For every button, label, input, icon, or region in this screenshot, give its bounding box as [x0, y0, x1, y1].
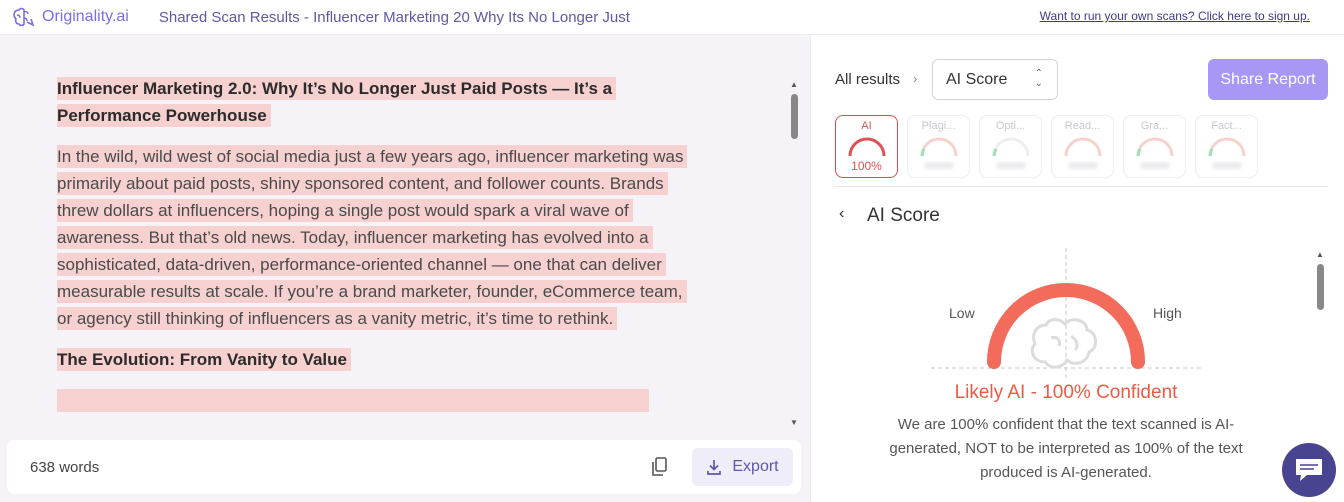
results-pane: All results › AI Score ⌃ ⌄ Share Report A…	[810, 35, 1344, 502]
tab-label: Opti...	[995, 120, 1026, 132]
gauge-low-label: Low	[949, 305, 975, 321]
chevron-right-icon: ›	[913, 71, 918, 86]
select-arrows-icon: ⌃ ⌄	[1034, 68, 1043, 89]
tab-optimization[interactable]: Opti...	[979, 115, 1042, 178]
word-count: 638 words	[30, 458, 100, 476]
result-type-select[interactable]: AI Score ⌃ ⌄	[932, 59, 1058, 100]
signup-link[interactable]: Want to run your own scans? Click here t…	[1040, 9, 1310, 23]
tab-label: Gra...	[1140, 120, 1169, 132]
blurred-score	[1140, 162, 1170, 169]
scrollbar-thumb[interactable]	[1317, 264, 1324, 310]
section-title: AI Score	[867, 205, 940, 226]
download-icon	[707, 460, 722, 475]
export-label: Export	[732, 458, 779, 475]
top-bar: Originality.ai Shared Scan Results - Inf…	[0, 0, 1344, 35]
scrollbar-thumb[interactable]	[791, 94, 798, 139]
logo-text: Originality.ai	[42, 8, 129, 25]
document-paragraph-cut: Beyond vanity: influencer marketing now …	[57, 387, 697, 414]
document-subheading: The Evolution: From Vanity to Value	[57, 346, 697, 373]
divider	[835, 186, 1328, 187]
tab-fact-check[interactable]: Fact...	[1195, 115, 1258, 178]
tab-label: AI	[861, 120, 872, 132]
blurred-score	[996, 162, 1026, 169]
tab-score: 100%	[851, 159, 882, 173]
chat-button[interactable]	[1282, 443, 1336, 497]
highlighted-heading-text: Influencer Marketing 2.0: Why It’s No Lo…	[57, 77, 617, 127]
tab-label: Fact...	[1211, 120, 1242, 132]
ai-score-gauge: Low High	[911, 240, 1241, 390]
verdict-description: We are 100% confident that the text scan…	[889, 416, 1243, 481]
document-footer: 638 words Export	[7, 440, 801, 494]
highlighted-cut-text: Beyond vanity: influencer marketing now …	[57, 389, 649, 412]
tab-grammar[interactable]: Gra...	[1123, 115, 1186, 178]
export-button[interactable]: Export	[692, 448, 793, 486]
scroll-up-arrow-icon[interactable]: ▲	[1316, 250, 1324, 259]
tab-label: Plagi...	[921, 120, 956, 132]
tab-readability[interactable]: Read...	[1051, 115, 1114, 178]
logo[interactable]: Originality.ai	[12, 6, 129, 28]
mini-gauge-icon	[1208, 137, 1246, 157]
mini-gauge-icon	[920, 137, 958, 157]
tab-ai[interactable]: AI 100%	[835, 115, 898, 178]
scroll-up-arrow-icon[interactable]: ▲	[790, 80, 798, 89]
document-pane: Influencer Marketing 2.0: Why It’s No Lo…	[0, 35, 810, 502]
blurred-score	[924, 162, 954, 169]
blurred-score	[1068, 162, 1098, 169]
tab-label: Read...	[1064, 120, 1101, 132]
mini-gauge-icon	[848, 137, 886, 157]
tab-plagiarism[interactable]: Plagi...	[907, 115, 970, 178]
gauge-high-label: High	[1153, 305, 1182, 321]
document-content: Influencer Marketing 2.0: Why It’s No Lo…	[57, 75, 697, 428]
share-report-button[interactable]: Share Report	[1208, 59, 1328, 100]
document-scrollbar[interactable]: ▲ ▼	[787, 80, 801, 430]
mini-gauge-icon	[1136, 137, 1174, 157]
document-heading: Influencer Marketing 2.0: Why It’s No Lo…	[57, 75, 697, 129]
selected-result-type: AI Score	[946, 71, 1008, 88]
chat-bubble-icon	[1296, 459, 1322, 481]
brain-watermark-icon	[1030, 318, 1097, 369]
mini-gauge-icon	[1064, 137, 1102, 157]
highlighted-subheading-text: The Evolution: From Vanity to Value	[57, 348, 351, 371]
blurred-score	[1212, 162, 1242, 169]
mini-gauge-icon	[992, 137, 1030, 157]
copy-button[interactable]	[650, 456, 670, 478]
brain-icon	[13, 7, 35, 27]
verdict-text: Likely AI - 100% Confident	[954, 382, 1178, 403]
document-viewer[interactable]: Influencer Marketing 2.0: Why It’s No Lo…	[0, 35, 787, 433]
highlighted-paragraph-text: In the wild, wild west of social media j…	[57, 145, 688, 330]
document-paragraph: In the wild, wild west of social media j…	[57, 143, 697, 332]
back-chevron-icon[interactable]: ‹	[839, 205, 844, 223]
scroll-down-arrow-icon[interactable]: ▼	[790, 418, 798, 427]
score-tabs: AI 100% Plagi... Opti... Read... Gra... …	[835, 115, 1325, 180]
copy-icon	[652, 457, 667, 476]
all-results-link[interactable]: All results	[835, 71, 900, 88]
page-title: Shared Scan Results - Influencer Marketi…	[158, 8, 630, 26]
